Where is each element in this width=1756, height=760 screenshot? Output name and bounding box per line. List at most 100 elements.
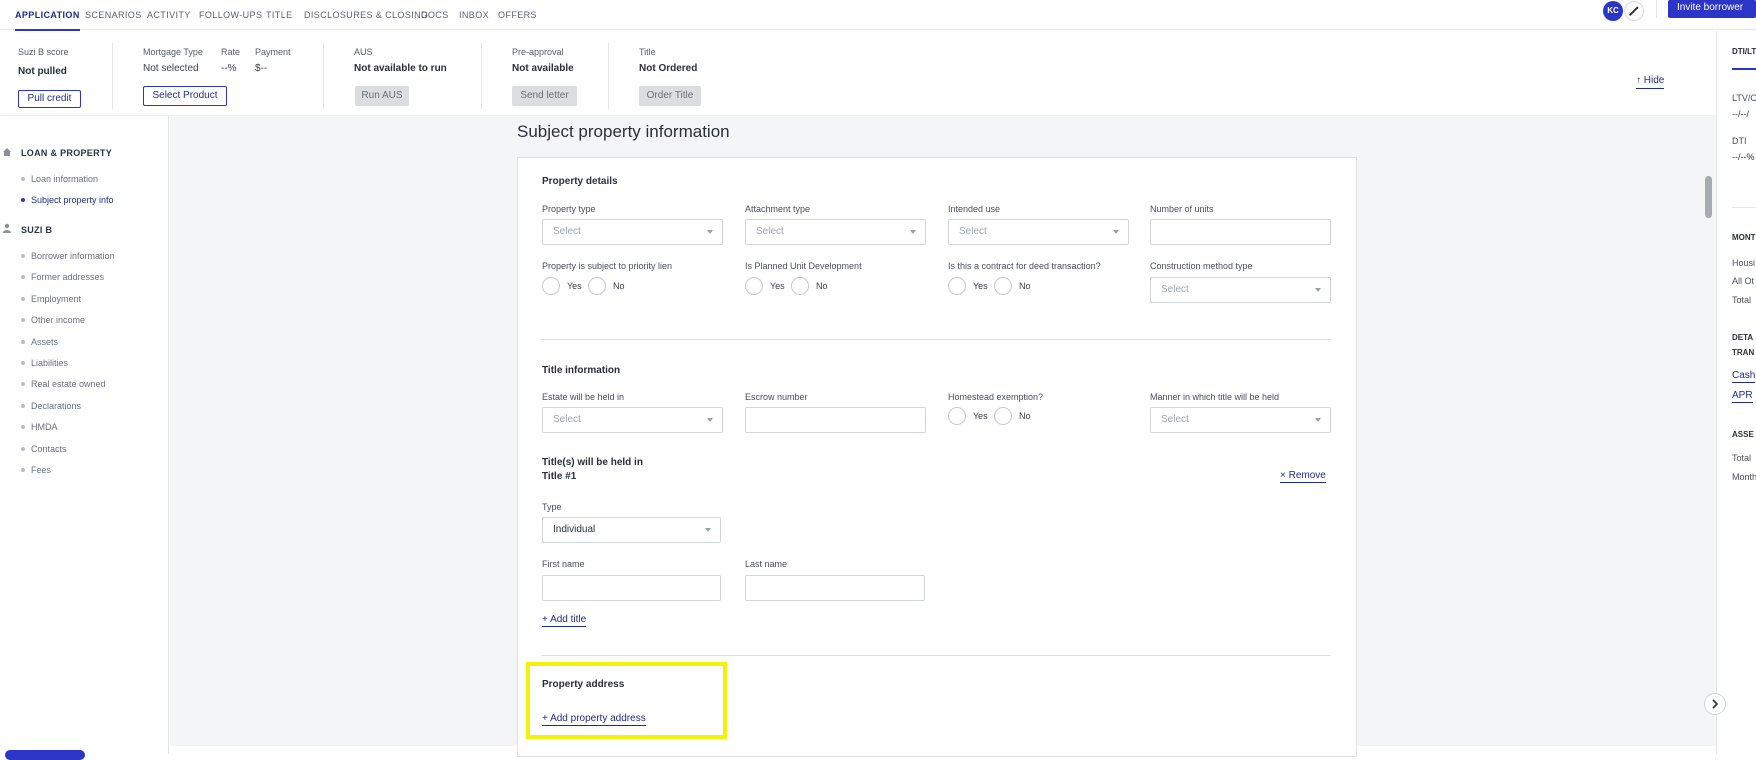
tab-title[interactable]: TITLE: [266, 10, 293, 20]
select-product-button[interactable]: Select Product: [143, 86, 227, 106]
deed-contract-no-radio[interactable]: [994, 277, 1012, 295]
top-navigation: APPLICATION SCENARIOS ACTIVITY FOLLOW-UP…: [0, 0, 1756, 31]
tab-scenarios[interactable]: SCENARIOS: [85, 10, 142, 20]
chevron-down-icon: [910, 230, 916, 234]
bullet: [21, 275, 25, 279]
housing-label: Housi: [1732, 258, 1756, 268]
payment-label: Payment: [255, 47, 291, 57]
ltv-label: LTV/C: [1732, 93, 1756, 103]
add-title-link[interactable]: + Add title: [542, 614, 587, 627]
sidebar-item-borrower-information[interactable]: Borrower information: [31, 251, 115, 261]
sidebar-item-assets[interactable]: Assets: [31, 337, 58, 347]
last-name-input[interactable]: [745, 575, 925, 601]
invite-borrower-button[interactable]: Invite borrower: [1668, 0, 1756, 18]
sidebar-item-loan-information[interactable]: Loan information: [31, 174, 98, 184]
select-placeholder: Select: [553, 226, 581, 237]
deed-contract-label: Is this a contract for deed transaction?: [948, 261, 1101, 271]
sidebar-item-subject-property-info[interactable]: Subject property info: [31, 195, 114, 205]
priority-lien-label: Property is subject to priority lien: [542, 261, 673, 271]
right-panel-tab[interactable]: DTI/LT: [1732, 47, 1756, 56]
priority-lien-yes-radio[interactable]: [542, 277, 560, 295]
order-title-button[interactable]: Order Title: [639, 86, 701, 106]
yes-label: Yes: [973, 411, 988, 421]
deed-contract-yes-radio[interactable]: [948, 277, 966, 295]
intended-use-select[interactable]: Select: [948, 219, 1129, 245]
homestead-no-radio[interactable]: [994, 407, 1012, 425]
sidebar-action-button[interactable]: [5, 750, 85, 760]
tab-activity[interactable]: ACTIVITY: [147, 10, 191, 20]
homestead-yes-radio[interactable]: [948, 407, 966, 425]
person-icon: [3, 223, 11, 233]
tab-inbox[interactable]: INBOX: [459, 10, 489, 20]
title-type-value: Individual: [553, 524, 596, 535]
total-label: Total: [1732, 295, 1752, 305]
sidebar-item-contacts[interactable]: Contacts: [31, 444, 67, 454]
score-value: Not pulled: [18, 66, 67, 77]
divider: [481, 43, 482, 109]
pencil-icon[interactable]: [1624, 1, 1644, 21]
property-type-select[interactable]: Select: [542, 219, 723, 245]
chevron-down-icon: [705, 528, 711, 532]
tab-offers[interactable]: OFFERS: [498, 10, 537, 20]
number-of-units-input[interactable]: [1150, 219, 1331, 245]
sidebar-section-borrower[interactable]: SUZI B: [21, 225, 52, 235]
manner-title-select[interactable]: Select: [1150, 407, 1331, 433]
construction-method-select[interactable]: Select: [1150, 277, 1331, 303]
dti-value: --/--%: [1732, 152, 1755, 162]
sidebar-item-hmda[interactable]: HMDA: [31, 422, 58, 432]
send-letter-button[interactable]: Send letter: [512, 86, 577, 106]
mortgage-type-label: Mortgage Type: [143, 47, 203, 57]
sidebar: LOAN & PROPERTY Loan information Subject…: [0, 116, 169, 754]
sidebar-item-fees[interactable]: Fees: [31, 465, 51, 475]
priority-lien-no-radio[interactable]: [588, 277, 606, 295]
home-icon: [3, 148, 11, 156]
loan-summary-bar: Suzi B score Not pulled Pull credit Mort…: [0, 31, 1716, 115]
title-type-select[interactable]: Individual: [542, 517, 721, 543]
pull-credit-button[interactable]: Pull credit: [18, 90, 81, 108]
type-label: Type: [542, 502, 562, 512]
chevron-right-icon: [1712, 699, 1719, 709]
tab-docs[interactable]: DOCS: [421, 10, 449, 20]
tab-disclosures-closing[interactable]: DISCLOSURES & CLOSING: [304, 10, 428, 20]
transaction-heading: TRAN: [1732, 348, 1755, 357]
remove-title-link[interactable]: × Remove: [1280, 470, 1326, 483]
sidebar-item-employment[interactable]: Employment: [31, 294, 81, 304]
attachment-type-label: Attachment type: [745, 204, 811, 214]
expand-panel-button[interactable]: [1704, 693, 1726, 715]
run-aus-button[interactable]: Run AUS: [355, 86, 409, 106]
pud-no-radio[interactable]: [791, 277, 809, 295]
chevron-down-icon: [1315, 418, 1321, 422]
sidebar-item-real-estate-owned[interactable]: Real estate owned: [31, 379, 106, 389]
scrollbar[interactable]: [1705, 176, 1712, 218]
tab-follow-ups[interactable]: FOLLOW-UPS: [199, 10, 262, 20]
intended-use-label: Intended use: [948, 204, 1001, 214]
apr-link[interactable]: APR: [1732, 390, 1753, 403]
select-placeholder: Select: [1161, 414, 1189, 425]
estate-held-in-select[interactable]: Select: [542, 407, 723, 433]
select-placeholder: Select: [1161, 284, 1189, 295]
score-label: Suzi B score: [18, 47, 69, 57]
no-label: No: [613, 281, 625, 291]
tab-application[interactable]: APPLICATION: [15, 10, 80, 31]
first-name-input[interactable]: [542, 575, 721, 601]
bullet: [21, 340, 25, 344]
cash-link[interactable]: Cash: [1732, 370, 1756, 383]
manner-title-label: Manner in which title will be held: [1150, 392, 1280, 402]
avatar[interactable]: KC: [1603, 1, 1623, 21]
hide-summary-link[interactable]: ↑ Hide: [1636, 75, 1665, 89]
escrow-number-input[interactable]: [745, 407, 926, 433]
pud-yes-radio[interactable]: [745, 277, 763, 295]
sidebar-item-liabilities[interactable]: Liabilities: [31, 358, 68, 368]
sidebar-item-former-addresses[interactable]: Former addresses: [31, 272, 104, 282]
yes-label: Yes: [567, 281, 582, 291]
mortgage-type-value: Not selected: [143, 63, 199, 74]
preapproval-value: Not available: [512, 63, 574, 74]
sidebar-item-other-income[interactable]: Other income: [31, 315, 85, 325]
sidebar-item-declarations[interactable]: Declarations: [31, 401, 81, 411]
divider: [323, 43, 324, 109]
attachment-type-select[interactable]: Select: [745, 219, 926, 245]
chevron-down-icon: [707, 418, 713, 422]
sidebar-section-loan-property[interactable]: LOAN & PROPERTY: [21, 148, 112, 158]
tab-underline: [1732, 68, 1756, 70]
divider: [1732, 207, 1756, 208]
